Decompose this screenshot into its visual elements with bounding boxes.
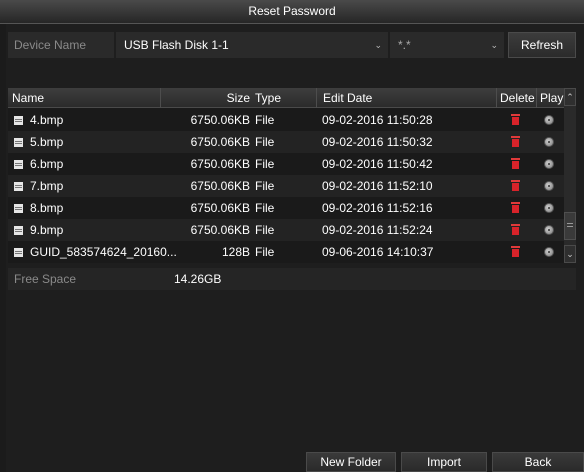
new-folder-button[interactable]: New Folder xyxy=(306,452,396,472)
play-icon[interactable] xyxy=(544,225,554,235)
file-icon xyxy=(14,204,23,213)
file-size-cell: 6750.06KB xyxy=(190,157,250,171)
table-row[interactable]: 5.bmp 6750.06KB File 09-02-2016 11:50:32 xyxy=(8,131,564,153)
file-name-cell: 4.bmp xyxy=(30,113,64,127)
play-icon[interactable] xyxy=(544,115,554,125)
file-type-cell: File xyxy=(255,179,275,193)
file-type-cell: File xyxy=(255,157,275,171)
file-name-cell: 5.bmp xyxy=(30,135,64,149)
free-space-label: Free Space xyxy=(14,272,77,286)
column-header-name[interactable]: Name xyxy=(12,88,44,108)
device-select-value: USB Flash Disk 1-1 xyxy=(124,38,229,52)
footer-bar: New Folder Import Back xyxy=(0,452,584,472)
chevron-down-icon: ⌄ xyxy=(490,40,498,50)
scrollbar[interactable]: ⌃ ⌄ xyxy=(564,88,576,263)
play-icon[interactable] xyxy=(544,159,554,169)
table-row[interactable]: 6.bmp 6750.06KB File 09-02-2016 11:50:42 xyxy=(8,153,564,175)
trash-icon[interactable] xyxy=(511,136,520,147)
file-icon xyxy=(14,138,23,147)
table-row[interactable]: 9.bmp 6750.06KB File 09-02-2016 11:52:24 xyxy=(8,219,564,241)
table-row[interactable]: 8.bmp 6750.06KB File 09-02-2016 11:52:16 xyxy=(8,197,564,219)
trash-icon[interactable] xyxy=(511,180,520,191)
free-space-row: Free Space 14.26GB xyxy=(8,268,576,290)
file-filter-select[interactable]: *.* ⌄ xyxy=(390,32,504,58)
play-icon[interactable] xyxy=(544,203,554,213)
column-header-size[interactable]: Size xyxy=(160,88,252,108)
chevron-down-icon: ⌄ xyxy=(374,40,382,50)
file-type-cell: File xyxy=(255,245,275,259)
dialog-title: Reset Password xyxy=(0,0,584,24)
table-row[interactable]: GUID_583574624_20160... 128B File 09-06-201… xyxy=(8,241,564,263)
file-type-cell: File xyxy=(255,201,275,215)
trash-icon[interactable] xyxy=(511,224,520,235)
column-header-edit-date[interactable]: Edit Date xyxy=(316,88,372,108)
play-icon[interactable] xyxy=(544,181,554,191)
device-row: Device Name USB Flash Disk 1-1 ⌄ *.* ⌄ R… xyxy=(8,32,576,58)
edit-date-cell: 09-02-2016 11:52:16 xyxy=(322,201,433,215)
import-button[interactable]: Import xyxy=(401,452,487,472)
table-header: Name Size Type Edit Date Delete Play xyxy=(8,88,576,108)
trash-icon[interactable] xyxy=(511,114,520,125)
file-type-cell: File xyxy=(255,113,275,127)
trash-icon[interactable] xyxy=(511,202,520,213)
file-name-cell: 6.bmp xyxy=(30,157,64,171)
scroll-down-button[interactable]: ⌄ xyxy=(564,245,576,263)
file-icon xyxy=(14,182,23,191)
table-row[interactable]: 4.bmp 6750.06KB File 09-02-2016 11:50:28 xyxy=(8,109,564,131)
file-name-cell: 9.bmp xyxy=(30,223,64,237)
file-icon xyxy=(14,116,23,125)
column-header-delete: Delete xyxy=(496,88,535,108)
trash-icon[interactable] xyxy=(511,158,520,169)
device-name-label: Device Name xyxy=(8,32,114,58)
device-select[interactable]: USB Flash Disk 1-1 ⌄ xyxy=(116,32,388,58)
file-name-cell: 8.bmp xyxy=(30,201,64,215)
free-space-value: 14.26GB xyxy=(174,272,222,286)
trash-icon[interactable] xyxy=(511,246,520,257)
file-filter-value: *.* xyxy=(398,38,411,52)
file-icon xyxy=(14,248,23,257)
edit-date-cell: 09-02-2016 11:52:24 xyxy=(322,223,433,237)
scroll-thumb[interactable] xyxy=(564,212,576,240)
file-type-cell: File xyxy=(255,135,275,149)
file-size-cell: 128B xyxy=(221,245,250,259)
file-icon xyxy=(14,226,23,235)
file-size-cell: 6750.06KB xyxy=(190,135,250,149)
play-icon[interactable] xyxy=(544,137,554,147)
scroll-up-button[interactable]: ⌃ xyxy=(564,88,576,106)
file-type-cell: File xyxy=(255,223,275,237)
edit-date-cell: 09-06-2016 14:10:37 xyxy=(322,245,434,259)
edit-date-cell: 09-02-2016 11:50:42 xyxy=(322,157,433,171)
back-button[interactable]: Back xyxy=(492,452,584,472)
refresh-button[interactable]: Refresh xyxy=(508,32,576,58)
file-size-cell: 6750.06KB xyxy=(190,223,250,237)
column-header-type[interactable]: Type xyxy=(255,88,281,108)
file-icon xyxy=(14,160,23,169)
file-table: Name Size Type Edit Date Delete Play 4.b… xyxy=(8,88,576,263)
edit-date-cell: 09-02-2016 11:50:32 xyxy=(322,135,433,149)
play-icon[interactable] xyxy=(544,247,554,257)
file-name-cell: GUID_583574624_20160... xyxy=(30,245,177,259)
file-size-cell: 6750.06KB xyxy=(190,201,250,215)
edit-date-cell: 09-02-2016 11:50:28 xyxy=(322,113,433,127)
file-size-cell: 6750.06KB xyxy=(190,113,250,127)
file-size-cell: 6750.06KB xyxy=(190,179,250,193)
edit-date-cell: 09-02-2016 11:52:10 xyxy=(322,179,433,193)
column-header-play: Play xyxy=(536,88,563,108)
file-name-cell: 7.bmp xyxy=(30,179,64,193)
table-row[interactable]: 7.bmp 6750.06KB File 09-02-2016 11:52:10 xyxy=(8,175,564,197)
